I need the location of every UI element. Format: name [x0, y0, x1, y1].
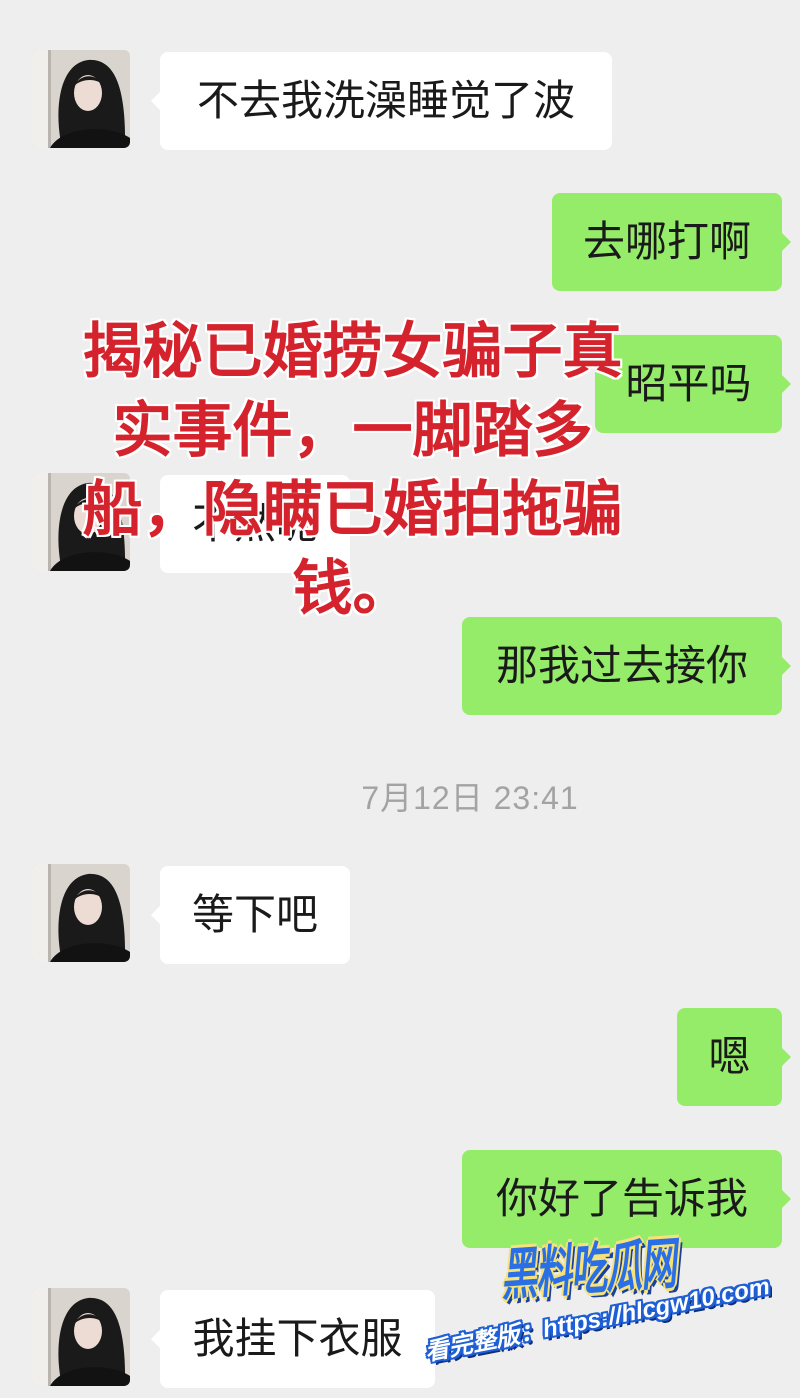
caption-line: 实事件，一脚踏多	[112, 397, 593, 464]
message-bubble-incoming[interactable]: 不去我洗澡睡觉了波	[151, 52, 612, 150]
message-bubble-incoming[interactable]: 等下吧	[151, 866, 350, 964]
message-row: 去哪打啊	[0, 191, 800, 291]
message-row: 那我过去接你	[0, 615, 800, 715]
message-bubble-outgoing[interactable]: 那我过去接你	[462, 617, 791, 715]
caption-overlay: 揭秘已婚捞女骗子真 实事件，一脚踏多 船，隐瞒已婚拍拖骗 钱。	[70, 312, 635, 628]
avatar-icon[interactable]	[32, 864, 130, 962]
caption-line: 船，隐瞒已婚拍拖骗	[82, 476, 623, 543]
message-timestamp: 7月12日 23:41	[361, 780, 579, 816]
caption-line: 揭秘已婚捞女骗子真	[82, 318, 623, 385]
message-row: 你好了告诉我	[0, 1148, 800, 1248]
avatar-icon[interactable]	[32, 50, 130, 148]
message-row: 等下吧	[0, 864, 800, 964]
message-row: 不去我洗澡睡觉了波	[0, 50, 800, 150]
caption-line: 钱。	[292, 555, 413, 622]
message-row: 嗯	[0, 1006, 800, 1106]
message-bubble-outgoing[interactable]: 你好了告诉我	[462, 1150, 791, 1248]
message-bubble-incoming[interactable]: 我挂下衣服	[151, 1290, 435, 1388]
avatar-icon[interactable]	[32, 1288, 130, 1386]
message-bubble-outgoing[interactable]: 去哪打啊	[552, 193, 791, 291]
chat-history[interactable]: 不去我洗澡睡觉了波 去哪打啊 昭平吗 不然呢 那我过去接你 7月12日 23:4…	[0, 0, 800, 1398]
message-bubble-outgoing[interactable]: 嗯	[677, 1008, 791, 1106]
